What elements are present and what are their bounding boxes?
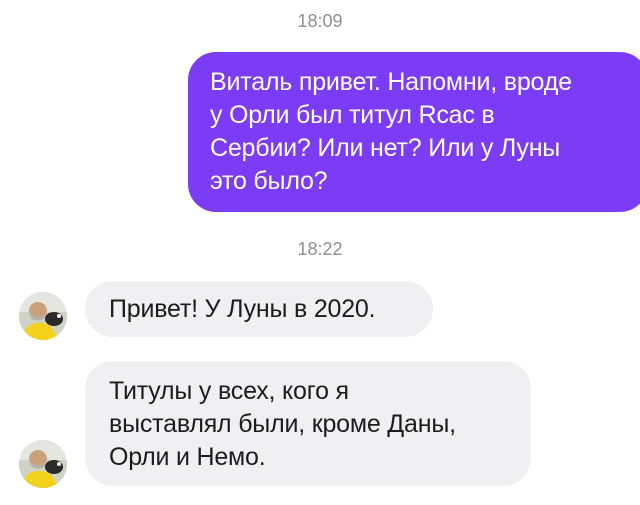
incoming-message-bubble[interactable]: Титулы у всех, кого я выставлял были, кр… bbox=[85, 361, 531, 486]
message-line: Сербии? Или нет? Или у Луны bbox=[210, 134, 561, 162]
message-line: Титулы у всех, кого я bbox=[109, 377, 349, 405]
contact-avatar[interactable] bbox=[19, 440, 67, 488]
contact-photo-icon bbox=[19, 440, 67, 488]
message-line: Виталь привет. Напомни, вроде bbox=[210, 68, 572, 96]
timestamp: 18:09 bbox=[297, 11, 343, 31]
outgoing-message-bubble[interactable]: Виталь привет. Напомни, вроде у Орли был… bbox=[188, 52, 640, 212]
contact-photo-icon bbox=[19, 292, 67, 340]
message-line: Орли и Немо. bbox=[109, 443, 266, 471]
incoming-message-bubble[interactable]: Привет! У Луны в 2020. bbox=[85, 281, 433, 337]
message-line: выставлял были, кроме Даны, bbox=[109, 410, 456, 438]
message-line: Привет! У Луны в 2020. bbox=[109, 295, 376, 323]
timestamp: 18:22 bbox=[297, 239, 343, 259]
message-line: это было? bbox=[210, 167, 328, 195]
message-line: у Орли был титул Rcac в bbox=[210, 101, 495, 129]
contact-avatar[interactable] bbox=[19, 292, 67, 340]
